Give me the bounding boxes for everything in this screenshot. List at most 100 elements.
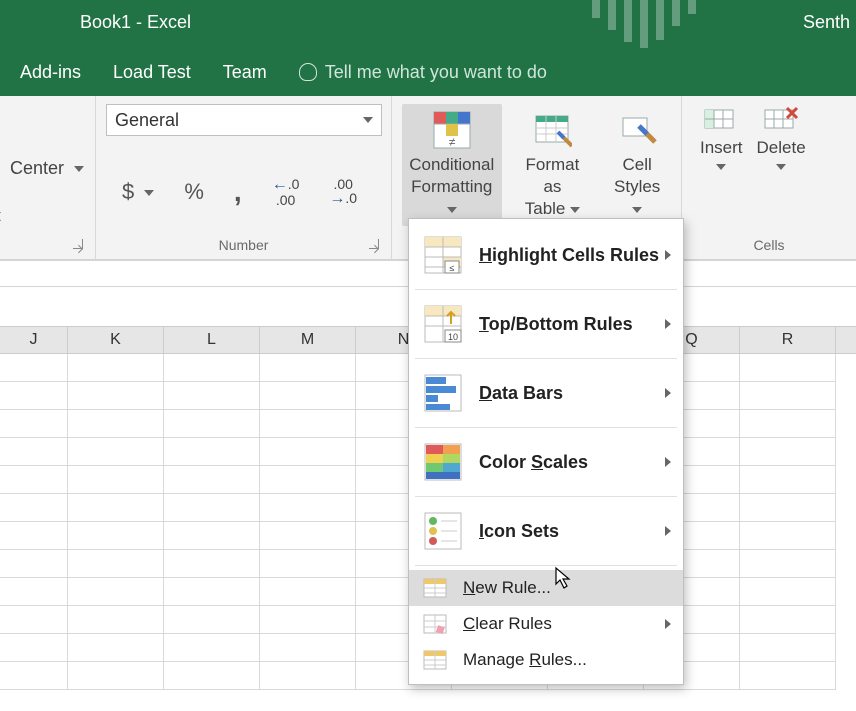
cell[interactable] bbox=[164, 494, 260, 522]
comma-button[interactable]: , bbox=[234, 176, 242, 208]
cell[interactable] bbox=[260, 550, 356, 578]
cell[interactable] bbox=[0, 410, 68, 438]
cell[interactable] bbox=[0, 634, 68, 662]
cell[interactable] bbox=[164, 410, 260, 438]
cell[interactable] bbox=[68, 354, 164, 382]
cell[interactable] bbox=[740, 382, 836, 410]
col-header[interactable]: J bbox=[0, 327, 68, 353]
cell[interactable] bbox=[0, 606, 68, 634]
cell[interactable] bbox=[68, 662, 164, 690]
cell[interactable] bbox=[68, 410, 164, 438]
cell[interactable] bbox=[0, 550, 68, 578]
cell[interactable] bbox=[260, 410, 356, 438]
center-label: Center bbox=[10, 158, 64, 179]
cell[interactable] bbox=[68, 466, 164, 494]
cell[interactable] bbox=[0, 494, 68, 522]
cell[interactable] bbox=[740, 578, 836, 606]
cell[interactable] bbox=[164, 634, 260, 662]
tell-me-search[interactable]: Tell me what you want to do bbox=[299, 62, 547, 83]
cell[interactable] bbox=[164, 578, 260, 606]
cell[interactable] bbox=[164, 606, 260, 634]
cell[interactable] bbox=[740, 550, 836, 578]
format-as-table-label: Format as Table bbox=[518, 154, 588, 220]
menu-data-bars[interactable]: Data Bars bbox=[409, 363, 683, 423]
cell[interactable] bbox=[260, 578, 356, 606]
cell[interactable] bbox=[164, 550, 260, 578]
cell[interactable] bbox=[164, 522, 260, 550]
cell[interactable] bbox=[740, 410, 836, 438]
cell[interactable] bbox=[260, 354, 356, 382]
cell-styles-button[interactable]: Cell Styles bbox=[603, 104, 671, 226]
cell[interactable] bbox=[68, 550, 164, 578]
cell[interactable] bbox=[260, 634, 356, 662]
menu-top-bottom-rules[interactable]: 10 Top/Bottom Rules bbox=[409, 294, 683, 354]
cell[interactable] bbox=[260, 438, 356, 466]
menu-highlight-cells-rules[interactable]: ≤ Highlight Cells Rules bbox=[409, 225, 683, 285]
dialog-launcher-icon[interactable] bbox=[369, 239, 379, 249]
cell[interactable] bbox=[164, 466, 260, 494]
cell[interactable] bbox=[260, 382, 356, 410]
cell[interactable] bbox=[0, 662, 68, 690]
cell[interactable] bbox=[740, 438, 836, 466]
cell[interactable] bbox=[68, 634, 164, 662]
cell[interactable] bbox=[0, 578, 68, 606]
cell[interactable] bbox=[740, 606, 836, 634]
center-button[interactable]: Center bbox=[10, 158, 85, 179]
cell[interactable] bbox=[0, 382, 68, 410]
cell[interactable] bbox=[260, 494, 356, 522]
cell[interactable] bbox=[164, 382, 260, 410]
menu-manage-rules[interactable]: Manage Rules... bbox=[409, 642, 683, 678]
highlight-cells-icon: ≤ bbox=[423, 235, 463, 275]
conditional-formatting-button[interactable]: ≠ Conditional Formatting bbox=[402, 104, 502, 226]
cell[interactable] bbox=[68, 522, 164, 550]
ribbon-tabs: Add-ins Load Test Team Tell me what you … bbox=[0, 48, 856, 96]
dialog-launcher-icon[interactable] bbox=[73, 239, 83, 249]
menu-color-scales[interactable]: Color Scales bbox=[409, 432, 683, 492]
cell[interactable] bbox=[740, 494, 836, 522]
cell[interactable] bbox=[0, 438, 68, 466]
menu-icon-sets[interactable]: Icon Sets bbox=[409, 501, 683, 561]
cell[interactable] bbox=[164, 662, 260, 690]
delete-button[interactable]: Delete bbox=[757, 104, 806, 170]
tab-addins[interactable]: Add-ins bbox=[20, 62, 81, 83]
increase-decimal-button[interactable]: ←.0.00 bbox=[272, 177, 300, 207]
cell[interactable] bbox=[260, 606, 356, 634]
cell[interactable] bbox=[260, 522, 356, 550]
alignment-label bbox=[10, 233, 85, 255]
svg-text:≤: ≤ bbox=[450, 263, 455, 273]
cell[interactable] bbox=[68, 438, 164, 466]
cell[interactable] bbox=[0, 354, 68, 382]
tell-me-label: Tell me what you want to do bbox=[325, 62, 547, 83]
cell[interactable] bbox=[164, 354, 260, 382]
number-group-label: Number bbox=[106, 233, 381, 255]
percent-button[interactable]: % bbox=[184, 179, 204, 205]
decrease-decimal-button[interactable]: .00→.0 bbox=[329, 177, 357, 207]
cell[interactable] bbox=[740, 662, 836, 690]
cell[interactable] bbox=[68, 606, 164, 634]
cell[interactable] bbox=[260, 466, 356, 494]
tab-loadtest[interactable]: Load Test bbox=[113, 62, 191, 83]
insert-button[interactable]: Insert bbox=[700, 104, 743, 170]
tab-team[interactable]: Team bbox=[223, 62, 267, 83]
cell[interactable] bbox=[0, 522, 68, 550]
cell[interactable] bbox=[740, 466, 836, 494]
col-header[interactable]: L bbox=[164, 327, 260, 353]
cell[interactable] bbox=[68, 578, 164, 606]
cell[interactable] bbox=[0, 466, 68, 494]
cell[interactable] bbox=[68, 382, 164, 410]
cell[interactable] bbox=[740, 522, 836, 550]
menu-new-rule[interactable]: New Rule... bbox=[409, 570, 683, 606]
cell[interactable] bbox=[740, 354, 836, 382]
number-format-dropdown[interactable]: General bbox=[106, 104, 382, 136]
cell[interactable] bbox=[740, 634, 836, 662]
color-scales-icon bbox=[423, 442, 463, 482]
menu-clear-rules[interactable]: Clear Rules bbox=[409, 606, 683, 642]
col-header[interactable]: R bbox=[740, 327, 836, 353]
col-header[interactable]: M bbox=[260, 327, 356, 353]
currency-button[interactable]: $ bbox=[122, 179, 154, 205]
cell[interactable] bbox=[68, 494, 164, 522]
format-as-table-button[interactable]: Format as Table bbox=[512, 104, 594, 226]
cell[interactable] bbox=[260, 662, 356, 690]
col-header[interactable]: K bbox=[68, 327, 164, 353]
cell[interactable] bbox=[164, 438, 260, 466]
